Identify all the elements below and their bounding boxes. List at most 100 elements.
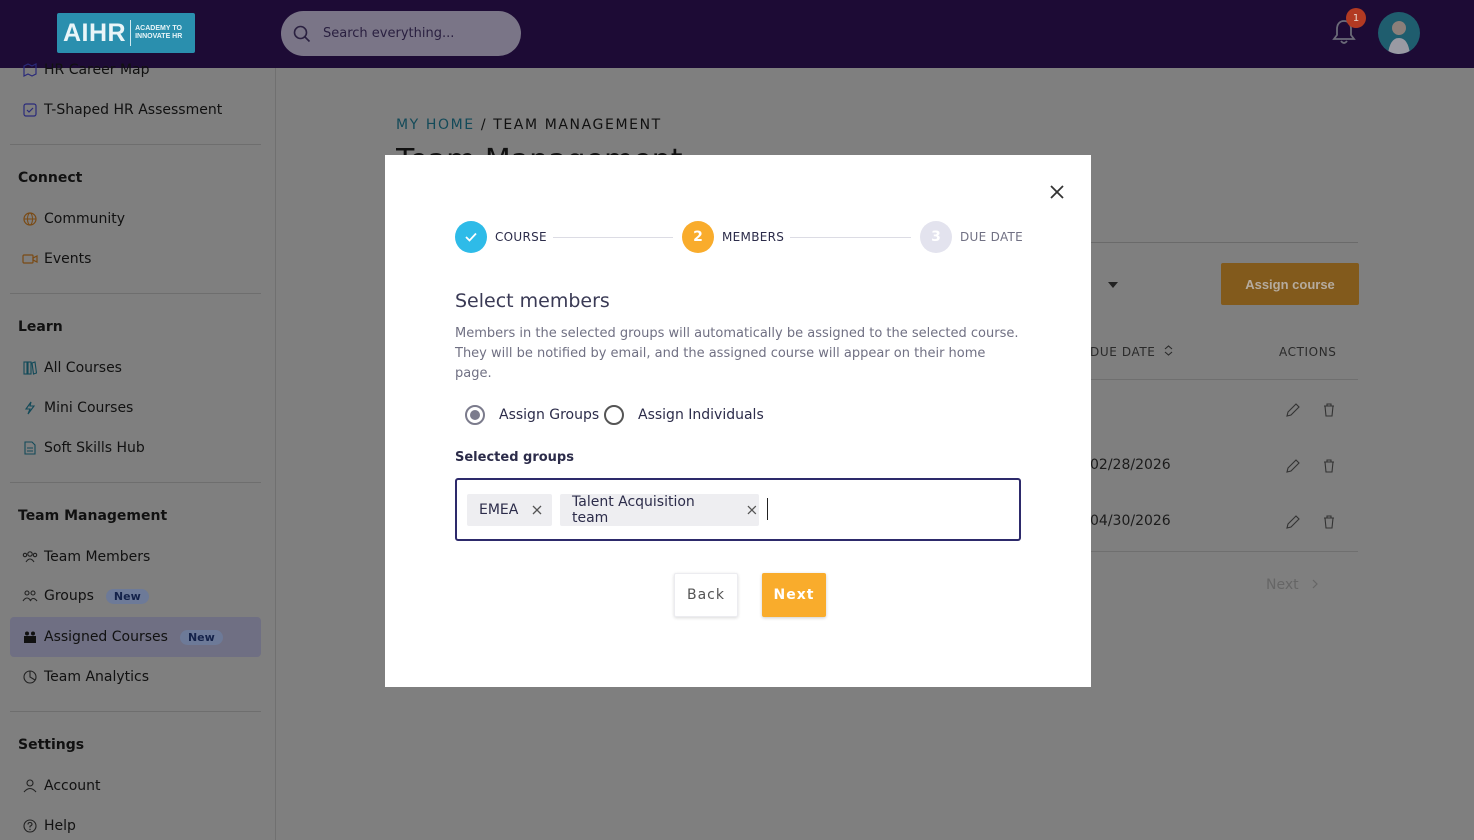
assign-individuals-label[interactable]: Assign Individuals	[638, 407, 764, 423]
sidebar-item-hr-career-map[interactable]: HR Career Map	[10, 50, 261, 90]
assign-groups-label[interactable]: Assign Groups	[499, 407, 599, 423]
sidebar-item-label: Mini Courses	[44, 400, 134, 416]
tabs-divider	[1090, 242, 1358, 243]
sidebar-section-learn: Learn	[18, 319, 63, 335]
assign-groups-radio[interactable]	[465, 405, 485, 425]
sidebar-item-events[interactable]: Events	[10, 239, 261, 279]
sidebar-section-connect: Connect	[18, 170, 83, 186]
selected-groups-label: Selected groups	[455, 450, 574, 465]
document-icon	[22, 440, 38, 456]
text-cursor	[767, 498, 768, 520]
help-icon	[22, 818, 38, 834]
check-icon	[465, 232, 477, 242]
checkbox-icon	[22, 102, 38, 118]
logo-subtext: ACADEMY TO INNOVATE HR	[135, 25, 182, 41]
edit-icon[interactable]	[1285, 402, 1301, 418]
avatar[interactable]	[1378, 12, 1420, 54]
back-button[interactable]: Back	[674, 573, 738, 617]
step-members-circle: 2	[682, 221, 714, 253]
sidebar-item-help[interactable]: Help	[10, 806, 261, 840]
assign-course-button[interactable]: Assign course	[1221, 263, 1359, 305]
group-tag-emea: EMEA	[467, 494, 552, 526]
table-row-divider	[1090, 379, 1358, 380]
sidebar-item-label: Team Members	[44, 549, 151, 565]
pagination-next-button[interactable]: Next	[1266, 577, 1319, 593]
sidebar-item-label: Community	[44, 211, 126, 227]
globe-icon	[22, 211, 38, 227]
assigned-icon	[22, 629, 38, 645]
sidebar-item-label: T-Shaped HR Assessment	[44, 102, 223, 118]
breadcrumb-separator: /	[474, 117, 494, 133]
notification-badge: 1	[1346, 8, 1366, 28]
sidebar-item-team-analytics[interactable]: Team Analytics	[10, 657, 261, 697]
search-input[interactable]	[323, 26, 503, 41]
edit-icon[interactable]	[1285, 458, 1301, 474]
sidebar-item-mini-courses[interactable]: Mini Courses	[10, 388, 261, 428]
aihr-logo[interactable]: AIHR ACADEMY TO INNOVATE HR	[57, 13, 195, 53]
breadcrumb-home-link[interactable]: MY HOME	[396, 117, 475, 133]
group-tag-label: EMEA	[479, 502, 519, 518]
logo-text: AIHR	[63, 18, 127, 47]
sidebar-item-account[interactable]: Account	[10, 766, 261, 806]
new-badge: New	[105, 588, 149, 604]
due-date-cell: 02/28/2026	[1090, 457, 1171, 473]
step-members-label: MEMBERS	[722, 230, 785, 244]
sidebar-divider	[10, 482, 261, 483]
remove-tag-icon[interactable]	[745, 503, 759, 517]
sidebar-item-all-courses[interactable]: All Courses	[10, 348, 261, 388]
books-icon	[22, 360, 38, 376]
breadcrumb: MY HOME / TEAM MANAGEMENT	[396, 117, 662, 133]
group-tag-label: Talent Acquisition team	[572, 494, 695, 526]
sidebar-item-groups[interactable]: Groups New	[10, 576, 261, 616]
remove-tag-icon[interactable]	[530, 503, 544, 517]
trash-icon[interactable]	[1321, 458, 1337, 474]
team-icon	[22, 549, 38, 565]
next-button[interactable]: Next	[762, 573, 826, 617]
table-bottom-divider	[1090, 551, 1358, 552]
pagination-next-label: Next	[1266, 577, 1299, 593]
sidebar-item-label: Groups	[44, 588, 94, 604]
lightning-icon	[22, 400, 38, 416]
sidebar-item-soft-skills-hub[interactable]: Soft Skills Hub	[10, 428, 261, 468]
user-avatar-icon	[1388, 21, 1410, 54]
step-connector	[553, 237, 673, 238]
sidebar-item-label: Account	[44, 778, 101, 794]
sidebar-section-settings: Settings	[18, 737, 85, 753]
sidebar-section-team-management: Team Management	[18, 508, 168, 524]
sidebar-item-label: Events	[44, 251, 92, 267]
sidebar-item-t-shaped-assessment[interactable]: T-Shaped HR Assessment	[10, 90, 261, 130]
sidebar-item-label: Soft Skills Hub	[44, 440, 145, 456]
video-icon	[22, 251, 38, 267]
sort-icon	[1164, 345, 1173, 356]
assign-individuals-radio[interactable]	[604, 405, 624, 425]
edit-icon[interactable]	[1285, 514, 1301, 530]
trash-icon[interactable]	[1321, 402, 1337, 418]
sidebar-item-label: Team Analytics	[44, 669, 150, 685]
close-icon[interactable]	[1047, 182, 1067, 202]
chevron-right-icon	[1312, 579, 1318, 589]
search-bar[interactable]	[281, 11, 521, 56]
analytics-icon	[22, 669, 38, 685]
logo-subtext-line1: ACADEMY TO	[135, 25, 182, 32]
sidebar-divider	[10, 293, 261, 294]
modal-title: Select members	[455, 290, 610, 312]
sidebar-item-community[interactable]: Community	[10, 199, 261, 239]
column-header-label: DUE DATE	[1090, 345, 1156, 359]
sidebar-item-label: All Courses	[44, 360, 122, 376]
chevron-down-icon[interactable]	[1108, 282, 1118, 288]
map-icon	[22, 62, 38, 78]
trash-icon[interactable]	[1321, 514, 1337, 530]
column-header-due-date[interactable]: DUE DATE	[1090, 345, 1173, 359]
sidebar-item-label: Help	[44, 818, 76, 834]
column-header-actions: ACTIONS	[1279, 345, 1337, 359]
due-date-cell: 04/30/2026	[1090, 513, 1171, 529]
user-icon	[22, 778, 38, 794]
logo-subtext-line2: INNOVATE HR	[135, 33, 183, 40]
sidebar-item-assigned-courses[interactable]: Assigned Courses New	[10, 617, 261, 657]
group-icon	[22, 588, 38, 604]
page-title: Team Management	[396, 143, 682, 155]
sidebar-divider	[10, 144, 261, 145]
sidebar-item-team-members[interactable]: Team Members	[10, 537, 261, 577]
step-connector	[790, 237, 911, 238]
modal-description: Members in the selected groups will auto…	[455, 326, 1019, 381]
